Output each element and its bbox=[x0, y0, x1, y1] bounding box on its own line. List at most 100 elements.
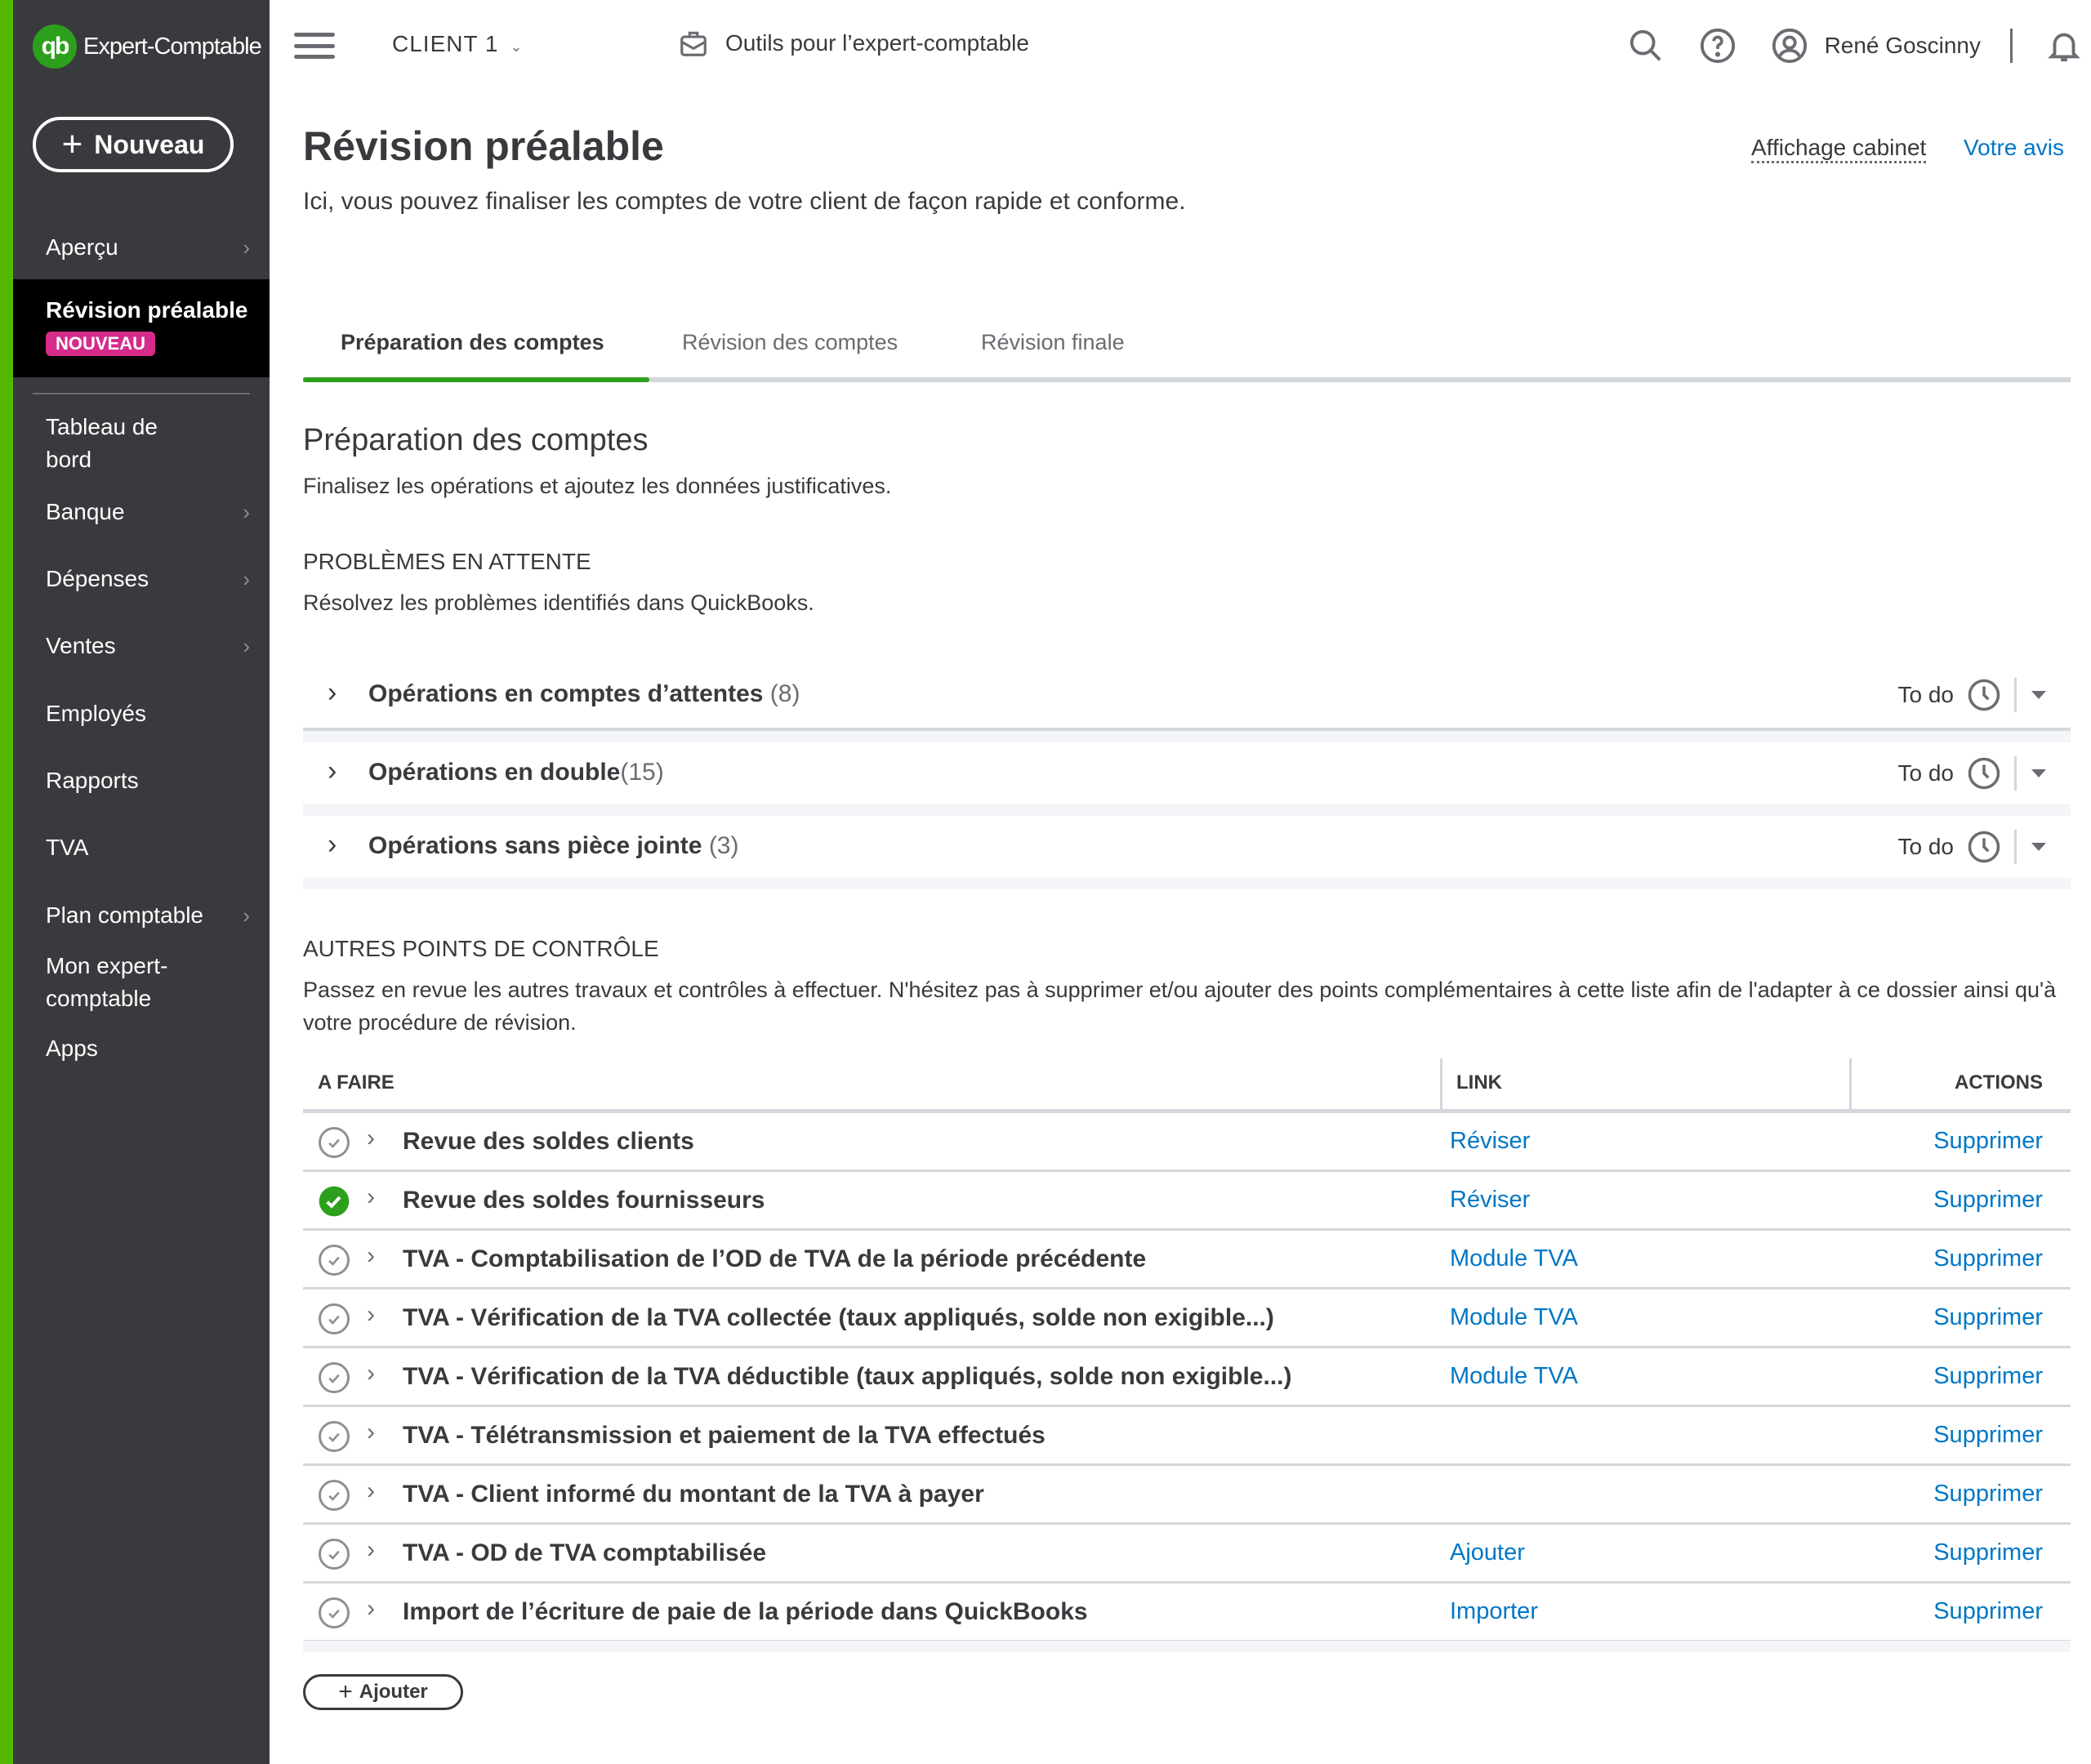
task-link[interactable]: Module TVA bbox=[1450, 1304, 1578, 1331]
status-control[interactable]: To do bbox=[1898, 827, 2071, 866]
chevron-right-icon[interactable]: › bbox=[367, 1301, 375, 1329]
task-link[interactable]: Réviser bbox=[1450, 1128, 1530, 1155]
bell-icon[interactable] bbox=[2045, 27, 2083, 65]
section-description: Finalisez les opérations et ajoutez les … bbox=[303, 474, 892, 498]
task-link[interactable]: Module TVA bbox=[1450, 1363, 1578, 1390]
issue-count: (8) bbox=[769, 680, 800, 707]
help-icon[interactable] bbox=[1699, 27, 1737, 65]
sidebar-item-label: Rapports bbox=[46, 768, 139, 793]
chevron-right-icon[interactable]: › bbox=[367, 1477, 375, 1505]
sidebar-divider bbox=[33, 393, 250, 394]
feedback-link[interactable]: Votre avis bbox=[1964, 135, 2064, 161]
issue-row[interactable]: › Opérations en double(15) To do bbox=[303, 742, 2071, 809]
sidebar-item-depenses[interactable]: Dépenses › bbox=[46, 563, 250, 595]
chevron-right-icon: › bbox=[243, 634, 250, 658]
chevron-right-icon[interactable]: › bbox=[367, 1183, 375, 1211]
table-row: › TVA - Vérification de la TVA déductible… bbox=[303, 1348, 2071, 1407]
sidebar-item-tva[interactable]: TVA bbox=[46, 831, 250, 864]
sidebar-item-apps[interactable]: Apps bbox=[46, 1032, 250, 1065]
clock-icon bbox=[1968, 831, 2000, 863]
check-circle-icon[interactable] bbox=[318, 1244, 350, 1276]
add-button-label: Ajouter bbox=[359, 1681, 428, 1703]
check-circle-icon[interactable] bbox=[318, 1420, 350, 1453]
status-control[interactable]: To do bbox=[1898, 754, 2071, 793]
briefcase-icon bbox=[680, 31, 707, 56]
user-name[interactable]: René Goscinny bbox=[1825, 33, 1981, 59]
delete-link[interactable]: Supprimer bbox=[1933, 1304, 2043, 1331]
sidebar-item-tableau-de-bord[interactable]: Tableau de bord bbox=[46, 411, 176, 476]
check-circle-filled-icon[interactable] bbox=[318, 1185, 350, 1218]
chevron-right-icon[interactable]: › bbox=[328, 829, 337, 861]
column-todo: A FAIRE bbox=[318, 1071, 395, 1094]
delete-link[interactable]: Supprimer bbox=[1933, 1422, 2043, 1449]
table-row: › TVA - Comptabilisation de l’OD de TVA d… bbox=[303, 1231, 2071, 1290]
sidebar-item-apercu[interactable]: Aperçu › bbox=[46, 231, 250, 264]
chevron-right-icon[interactable]: › bbox=[367, 1125, 375, 1152]
tab-preparation[interactable]: Préparation des comptes bbox=[341, 330, 604, 355]
check-circle-icon[interactable] bbox=[318, 1597, 350, 1629]
chevron-right-icon[interactable]: › bbox=[367, 1360, 375, 1388]
delete-link[interactable]: Supprimer bbox=[1933, 1128, 2043, 1155]
table-row: › TVA - Client informé du montant de la T… bbox=[303, 1466, 2071, 1525]
check-circle-icon[interactable] bbox=[318, 1126, 350, 1159]
dropdown-caret-icon[interactable] bbox=[2031, 691, 2046, 699]
task-link[interactable]: Module TVA bbox=[1450, 1245, 1578, 1272]
delete-link[interactable]: Supprimer bbox=[1933, 1481, 2043, 1508]
task-link[interactable]: Ajouter bbox=[1450, 1539, 1525, 1566]
check-circle-icon[interactable] bbox=[318, 1303, 350, 1335]
sidebar-item-rapports[interactable]: Rapports bbox=[46, 764, 250, 797]
sidebar-item-revision-prealable[interactable]: Révision préalable NOUVEAU bbox=[13, 279, 270, 377]
row-gap bbox=[303, 731, 2071, 742]
check-circle-icon[interactable] bbox=[318, 1538, 350, 1570]
sidebar-item-label: Banque bbox=[46, 499, 125, 524]
sidebar-item-label: Dépenses bbox=[46, 566, 149, 591]
accountant-tools-label: Outils pour l’expert-comptable bbox=[725, 30, 1029, 56]
sidebar-item-employes[interactable]: Employés bbox=[46, 697, 250, 730]
dropdown-caret-icon[interactable] bbox=[2031, 843, 2046, 851]
page-subtitle: Ici, vous pouvez finaliser les comptes d… bbox=[303, 188, 1186, 215]
delete-link[interactable]: Supprimer bbox=[1933, 1187, 2043, 1214]
sidebar-item-label: Plan comptable bbox=[46, 902, 204, 928]
chevron-right-icon: › bbox=[243, 567, 250, 591]
check-circle-icon[interactable] bbox=[318, 1479, 350, 1512]
chevron-right-icon[interactable]: › bbox=[367, 1595, 375, 1623]
tab-revision-comptes[interactable]: Révision des comptes bbox=[682, 330, 898, 355]
sidebar-item-ventes[interactable]: Ventes › bbox=[46, 630, 250, 662]
new-button[interactable]: + Nouveau bbox=[33, 117, 234, 172]
user-icon[interactable] bbox=[1771, 27, 1808, 65]
sidebar-item-plan-comptable[interactable]: Plan comptable › bbox=[46, 899, 250, 932]
dropdown-caret-icon[interactable] bbox=[2031, 769, 2046, 777]
chevron-right-icon[interactable]: › bbox=[367, 1536, 375, 1564]
column-actions: ACTIONS bbox=[1955, 1071, 2043, 1094]
qb-logo-icon: qb bbox=[33, 24, 77, 69]
search-icon[interactable] bbox=[1627, 27, 1665, 65]
client-selector[interactable]: CLIENT 1 ⌄ bbox=[392, 31, 524, 57]
delete-link[interactable]: Supprimer bbox=[1933, 1598, 2043, 1625]
chevron-right-icon[interactable]: › bbox=[367, 1242, 375, 1270]
tab-revision-finale[interactable]: Révision finale bbox=[981, 330, 1125, 355]
firm-view-link[interactable]: Affichage cabinet bbox=[1751, 135, 1927, 163]
delete-link[interactable]: Supprimer bbox=[1933, 1245, 2043, 1272]
logo[interactable]: qb Expert-Comptable bbox=[33, 24, 262, 69]
chevron-right-icon[interactable]: › bbox=[328, 755, 337, 787]
delete-link[interactable]: Supprimer bbox=[1933, 1363, 2043, 1390]
add-button[interactable]: + Ajouter bbox=[303, 1674, 463, 1710]
issue-name: Opérations en double(15) bbox=[368, 759, 664, 786]
task-link[interactable]: Importer bbox=[1450, 1598, 1538, 1625]
check-circle-icon[interactable] bbox=[318, 1361, 350, 1394]
sidebar-item-mon-expert-comptable[interactable]: Mon expert-comptable bbox=[46, 950, 193, 1015]
status-control[interactable]: To do bbox=[1898, 675, 2071, 715]
delete-link[interactable]: Supprimer bbox=[1933, 1539, 2043, 1566]
chevron-right-icon[interactable]: › bbox=[328, 677, 337, 709]
table-header: A FAIRE LINK ACTIONS bbox=[303, 1058, 2071, 1113]
sidebar-item-label: Employés bbox=[46, 701, 146, 726]
accountant-tools-button[interactable]: Outils pour l’expert-comptable bbox=[678, 28, 1029, 59]
issue-row[interactable]: › Opérations sans pièce jointe (3) To do bbox=[303, 816, 2071, 883]
page-title: Révision préalable bbox=[303, 123, 664, 169]
hamburger-icon[interactable] bbox=[294, 33, 335, 59]
chevron-right-icon: › bbox=[243, 235, 250, 260]
chevron-right-icon[interactable]: › bbox=[367, 1419, 375, 1446]
issue-row[interactable]: › Opérations en comptes d’attentes (8) T… bbox=[303, 664, 2071, 731]
sidebar-item-banque[interactable]: Banque › bbox=[46, 496, 250, 528]
task-link[interactable]: Réviser bbox=[1450, 1187, 1530, 1214]
